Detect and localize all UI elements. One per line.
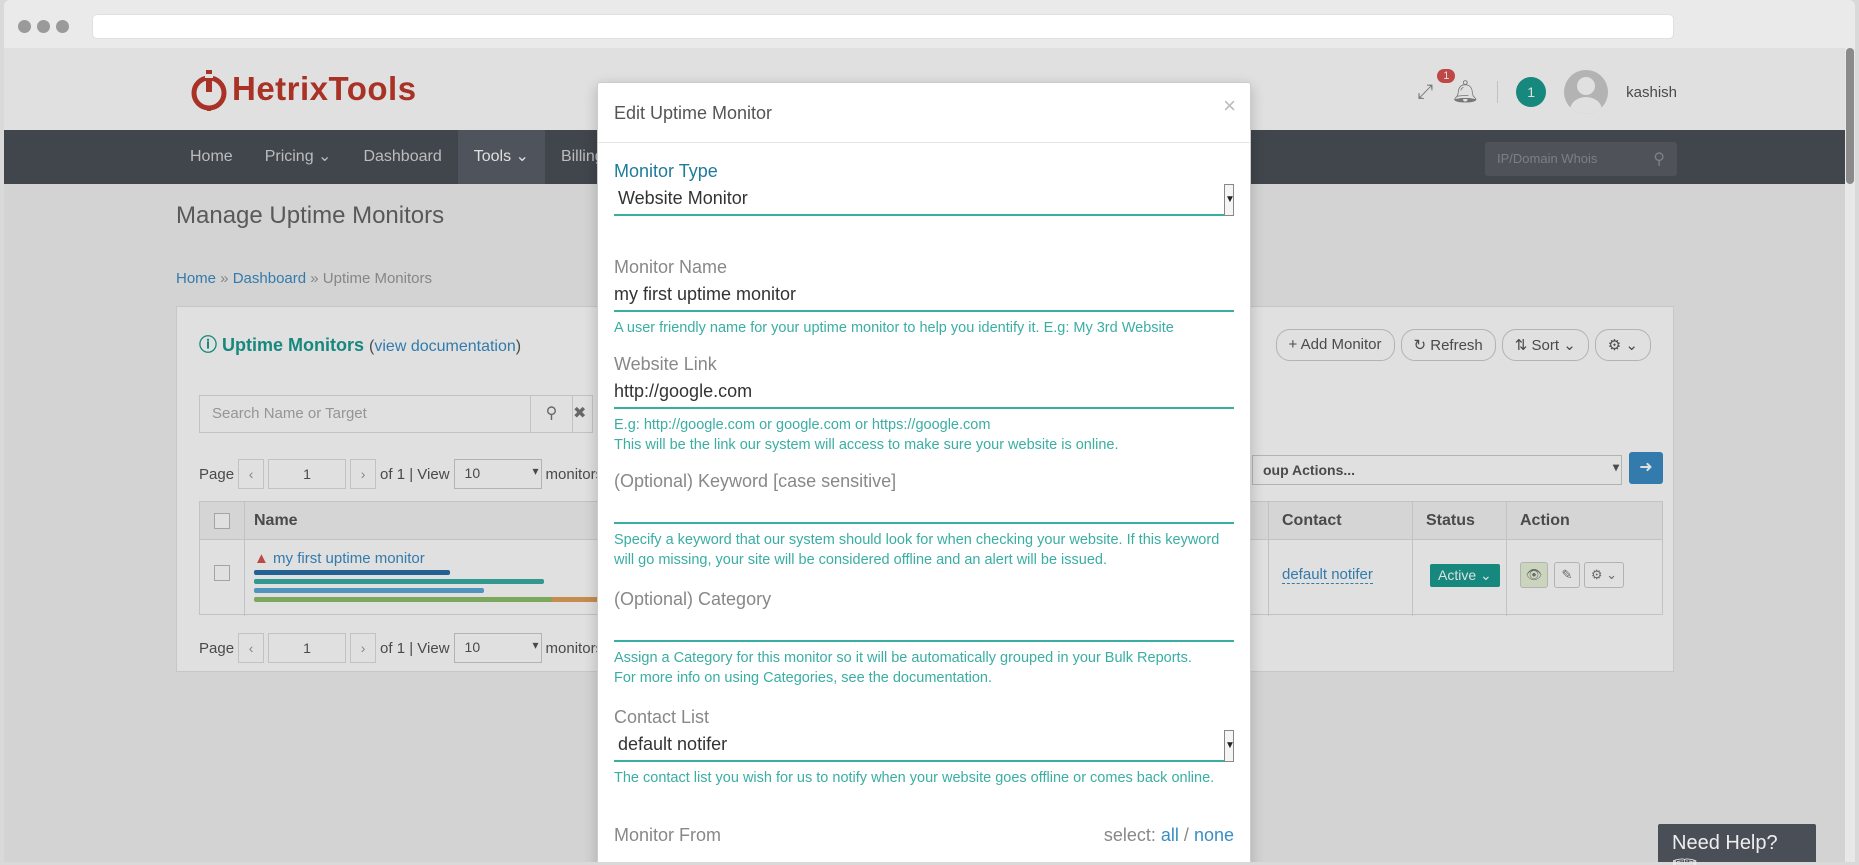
window-minimize-dot[interactable] bbox=[37, 20, 50, 33]
scrollbar[interactable] bbox=[1845, 48, 1855, 862]
edit-monitor-modal: Edit Uptime Monitor × Monitor Type Websi… bbox=[597, 82, 1251, 862]
select-all-link[interactable]: all bbox=[1161, 825, 1179, 845]
window-close-dot[interactable] bbox=[18, 20, 31, 33]
address-bar[interactable] bbox=[92, 14, 1674, 39]
website-link-help: E.g: http://google.com or google.com or … bbox=[614, 417, 1119, 453]
monitor-type-label: Monitor Type bbox=[614, 161, 718, 181]
category-input[interactable] bbox=[614, 610, 1234, 642]
keyword-input[interactable] bbox=[614, 492, 1234, 524]
keyword-help: Specify a keyword that our system should… bbox=[614, 532, 1220, 568]
chevron-down-icon: ▼ bbox=[1224, 730, 1235, 762]
chevron-down-icon: ▼ bbox=[1224, 184, 1235, 216]
modal-title: Edit Uptime Monitor bbox=[614, 103, 773, 123]
website-link-label: Website Link bbox=[614, 354, 717, 374]
contact-list-select[interactable]: default notifer ▼ bbox=[614, 730, 1235, 762]
window-maximize-dot[interactable] bbox=[56, 20, 69, 33]
website-link-input[interactable]: http://google.com bbox=[614, 375, 1234, 409]
monitor-type-field: Monitor Type Website Monitor ▼ bbox=[614, 161, 1235, 216]
need-help-button[interactable]: Need Help? 📖︎ bbox=[1658, 824, 1816, 865]
contact-list-field: Contact List default notifer ▼ The conta… bbox=[614, 707, 1235, 788]
viewport: HetrixTools ⤢ 1 🔔︎ 1 kashish Home Pricin… bbox=[4, 48, 1855, 862]
monitor-name-help: A user friendly name for your uptime mon… bbox=[614, 320, 1174, 336]
book-icon: 📖︎ bbox=[1672, 857, 1697, 865]
page: HetrixTools ⤢ 1 🔔︎ 1 kashish Home Pricin… bbox=[4, 48, 1845, 862]
keyword-field: (Optional) Keyword [case sensitive] Spec… bbox=[614, 471, 1234, 570]
monitor-type-select[interactable]: Website Monitor ▼ bbox=[614, 184, 1235, 216]
select-none-link[interactable]: none bbox=[1194, 825, 1234, 845]
monitor-from-field: Monitor From select: all / none bbox=[614, 825, 1234, 846]
monitor-name-input[interactable]: my first uptime monitor bbox=[614, 278, 1234, 312]
website-link-field: Website Link http://google.com E.g: http… bbox=[614, 354, 1234, 455]
category-help: Assign a Category for this monitor so it… bbox=[614, 650, 1192, 686]
contact-list-help: The contact list you wish for us to noti… bbox=[614, 770, 1215, 786]
scrollbar-thumb[interactable] bbox=[1846, 48, 1854, 184]
close-icon[interactable]: × bbox=[1223, 93, 1236, 119]
keyword-label: (Optional) Keyword [case sensitive] bbox=[614, 471, 897, 491]
category-label: (Optional) Category bbox=[614, 589, 772, 609]
browser-chrome bbox=[4, 0, 1855, 48]
category-field: (Optional) Category Assign a Category fo… bbox=[614, 589, 1234, 688]
modal-header: Edit Uptime Monitor × bbox=[598, 83, 1250, 143]
monitor-name-field: Monitor Name my first uptime monitor A u… bbox=[614, 257, 1234, 338]
monitor-name-label: Monitor Name bbox=[614, 257, 728, 277]
select-links: select: all / none bbox=[1103, 825, 1234, 845]
contact-list-label: Contact List bbox=[614, 707, 710, 727]
